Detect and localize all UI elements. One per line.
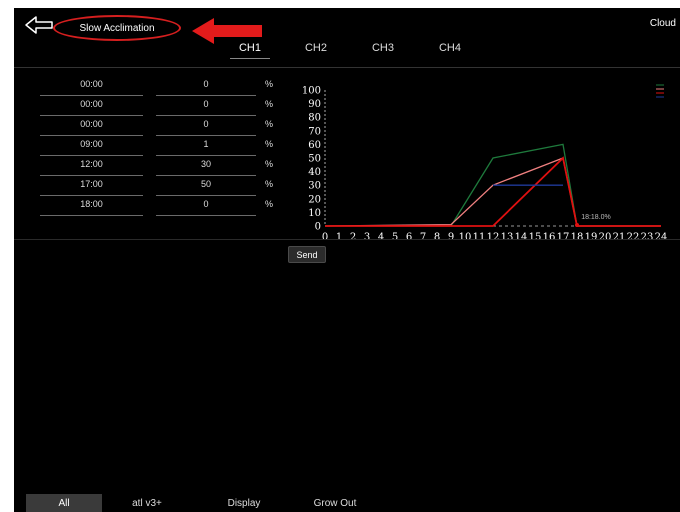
y-tick-label: 60 [308,140,321,151]
tab-ch1[interactable]: CH1 [230,42,270,59]
intensity-field[interactable]: 0 [156,199,256,209]
schedule-row: 09:00 1% [40,136,280,156]
x-tick-label: 16 [543,232,556,242]
schedule-row: 12:00 30% [40,156,280,176]
y-tick-label: 90 [308,99,321,110]
schedule-row: 00:00 0% [40,116,280,136]
y-tick-label: 30 [308,181,321,192]
time-field[interactable]: 00:00 [40,119,143,129]
x-tick-label: 20 [599,232,612,242]
intensity-field[interactable]: 0 [156,79,256,89]
schedule-row: 00:00 0% [40,96,280,116]
time-underline [40,215,143,216]
x-tick-label: 6 [406,232,412,242]
x-tick-label: 4 [378,232,384,242]
data-point-marker [575,223,579,227]
bottom-tab-display[interactable]: Display [214,494,274,512]
app-window: Slow Acclimation Cloud CH1 CH2 CH3 CH4 0… [14,8,680,512]
chart-annotation: 18:18.0% [581,214,611,221]
x-tick-label: 10 [459,232,472,242]
percent-unit-label: % [265,179,274,189]
tab-ch3[interactable]: CH3 [363,42,403,58]
x-tick-label: 17 [557,232,570,242]
x-tick-label: 13 [501,232,514,242]
intensity-field[interactable]: 0 [156,99,256,109]
bottom-tab-bar: All atl v3+ Display Grow Out [14,494,680,512]
y-tick-label: 100 [302,86,321,97]
x-tick-label: 12 [487,232,500,242]
x-tick-label: 23 [641,232,654,242]
y-tick-label: 40 [308,167,321,178]
x-tick-label: 21 [613,232,626,242]
schedule-row: 18:00 0% [40,196,280,216]
bottom-tab-all[interactable]: All [26,494,102,512]
tab-ch4[interactable]: CH4 [430,42,470,58]
intensity-field[interactable]: 50 [156,179,256,189]
y-tick-label: 70 [308,126,321,137]
percent-unit-label: % [265,99,274,109]
time-field[interactable]: 18:00 [40,199,143,209]
bottom-tab-atl-v3[interactable]: atl v3+ [122,494,172,512]
x-tick-label: 9 [448,232,454,242]
x-tick-label: 7 [420,232,426,242]
percent-unit-label: % [265,199,274,209]
percent-unit-label: % [265,119,274,129]
time-field[interactable]: 00:00 [40,79,143,89]
y-tick-label: 20 [308,194,321,205]
percent-unit-label: % [265,79,274,89]
time-field[interactable]: 17:00 [40,179,143,189]
y-tick-label: 80 [308,113,321,124]
x-tick-label: 15 [529,232,542,242]
x-tick-label: 11 [473,232,486,242]
header-divider [14,67,680,68]
x-tick-label: 14 [515,232,528,242]
send-button[interactable]: Send [288,246,326,263]
x-tick-label: 2 [350,232,356,242]
x-tick-label: 3 [364,232,370,242]
x-tick-label: 1 [336,232,342,242]
x-tick-label: 8 [434,232,440,242]
x-tick-label: 19 [585,232,598,242]
schedule-row: 17:00 50% [40,176,280,196]
x-tick-label: 22 [627,232,640,242]
time-field[interactable]: 09:00 [40,139,143,149]
cloud-label[interactable]: Cloud [650,18,676,29]
intensity-field[interactable]: 1 [156,139,256,149]
x-tick-label: 24 [655,232,668,242]
intensity-chart: 01020304050607080901000 1 2 3 4 5 6 7 8 9 10 11 12 13… [302,84,668,242]
time-field[interactable]: 00:00 [40,99,143,109]
section-divider [14,239,680,240]
y-tick-label: 10 [308,208,321,219]
x-tick-label: 18 [571,232,584,242]
percent-unit-label: % [265,139,274,149]
schedule-row: 00:00 0% [40,76,280,96]
intensity-underline [156,215,256,216]
page-title: Slow Acclimation [53,15,181,41]
red-arrow-annotation-icon [192,18,262,44]
tab-ch2[interactable]: CH2 [296,42,336,58]
x-tick-label: 5 [392,232,398,242]
bottom-tab-grow-out[interactable]: Grow Out [298,494,372,512]
intensity-field[interactable]: 0 [156,119,256,129]
x-tick-label: 0 [322,232,328,242]
time-field[interactable]: 12:00 [40,159,143,169]
y-tick-label: 50 [308,154,321,165]
back-arrow-icon[interactable] [24,14,56,36]
y-tick-label: 0 [315,222,321,233]
chart-legend [656,84,664,98]
intensity-field[interactable]: 30 [156,159,256,169]
percent-unit-label: % [265,159,274,169]
